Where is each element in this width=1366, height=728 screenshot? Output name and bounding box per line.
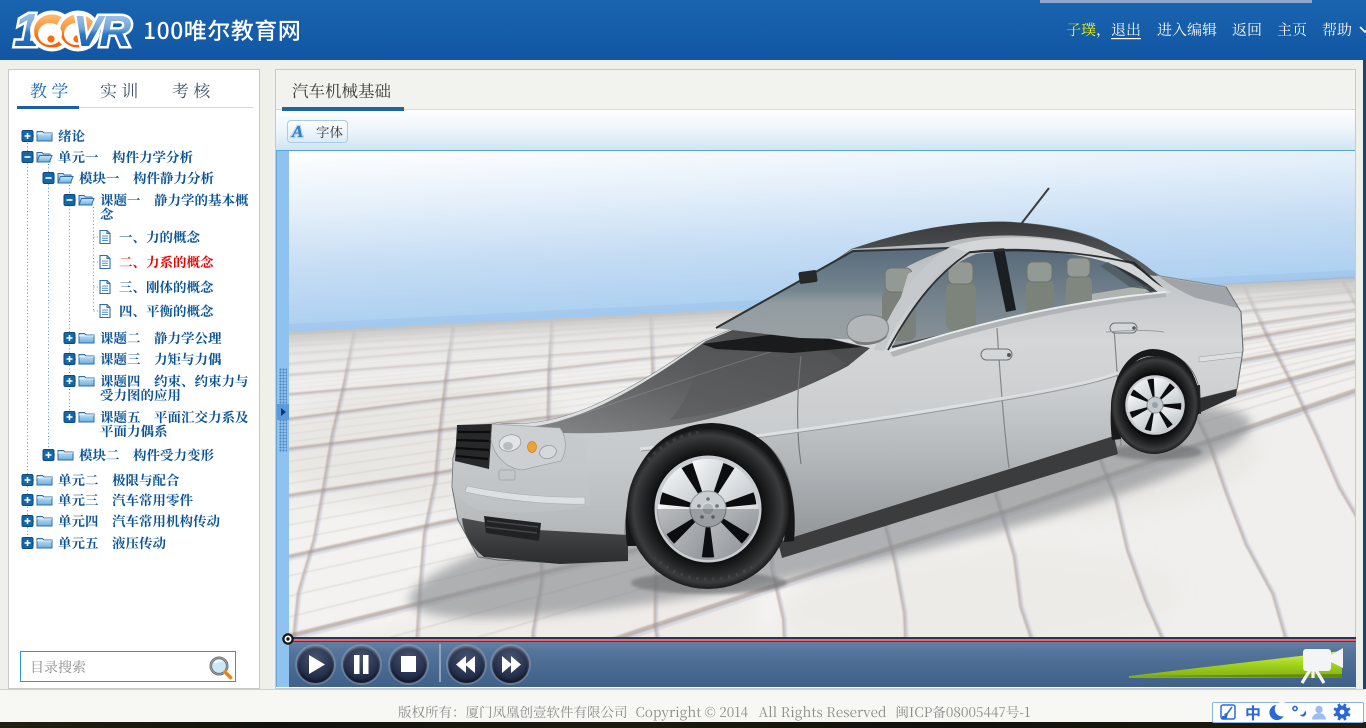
- svg-text:VR: VR: [73, 7, 131, 56]
- svg-text:A: A: [291, 122, 303, 141]
